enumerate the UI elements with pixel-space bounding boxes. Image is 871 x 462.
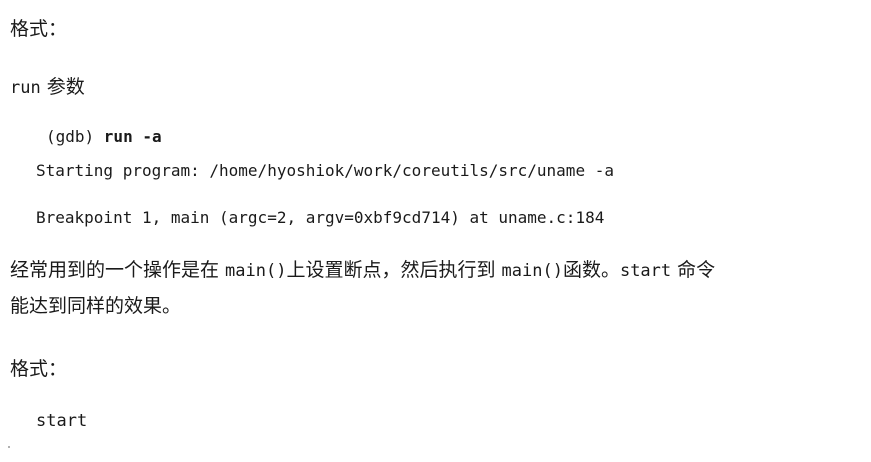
paragraph-line-1: 经常用到的一个操作是在 main()上设置断点，然后执行到 main()函数。s… — [10, 261, 715, 280]
stray-dot — [8, 446, 10, 448]
format-heading-2: 格式： — [10, 358, 68, 380]
code-main-1: main() — [225, 261, 287, 281]
start-syntax: start — [36, 411, 88, 431]
code-start: start — [619, 261, 672, 281]
paragraph-text-1: 经常用到的一个操作是在 — [10, 259, 226, 281]
gdb-prompt: (gdb) — [46, 127, 104, 146]
gdb-command-line: (gdb) run -a — [46, 129, 162, 145]
run-syntax-arg: 参数 — [40, 76, 85, 98]
paragraph-text-2: 上设置断点，然后执行到 — [286, 259, 502, 281]
run-syntax: run 参数 — [10, 78, 85, 97]
paragraph-text-4: 命令 — [671, 259, 716, 281]
paragraph-text-3: 函数。 — [562, 259, 620, 281]
document-page: { "section1": { "format_label": "格式：", "… — [0, 0, 871, 462]
gdb-command: run -a — [103, 127, 162, 146]
format-heading-1: 格式： — [10, 18, 68, 40]
code-main-2: main() — [501, 261, 563, 281]
gdb-output-starting: Starting program: /home/hyoshiok/work/co… — [36, 161, 614, 180]
paragraph-line-2: 能达到同样的效果。 — [10, 295, 182, 317]
gdb-output-breakpoint: Breakpoint 1, main (argc=2, argv=0xbf9cd… — [36, 208, 605, 227]
run-command-keyword: run — [10, 78, 41, 98]
